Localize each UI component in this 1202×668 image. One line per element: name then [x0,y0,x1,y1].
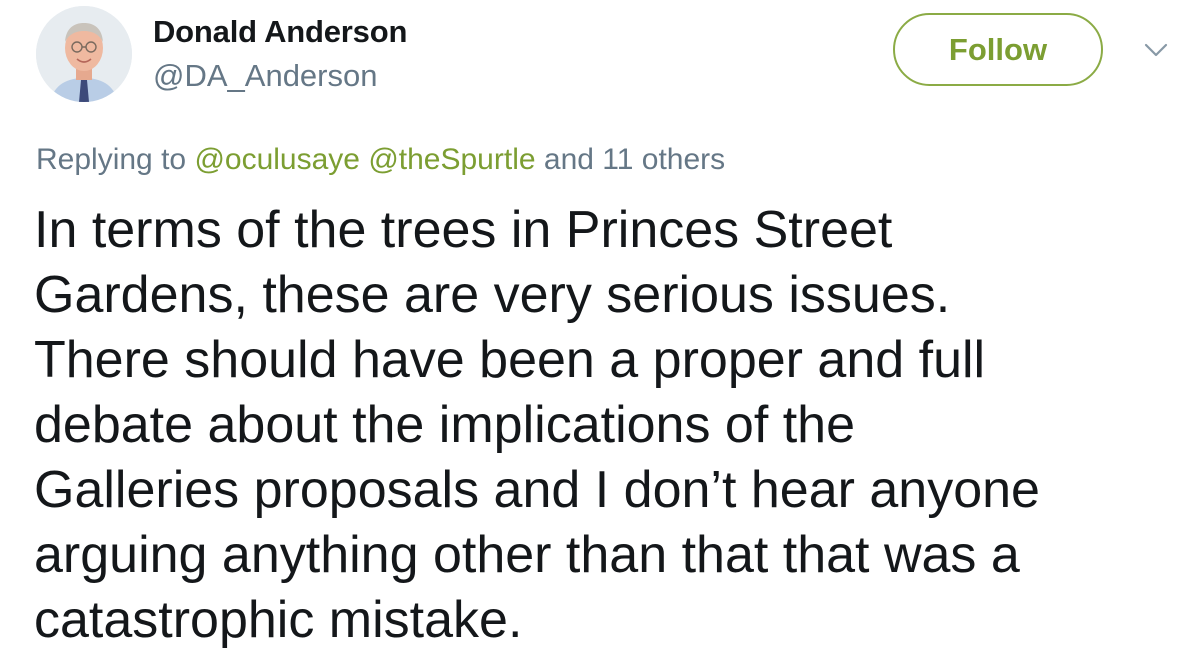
author-handle[interactable]: @DA_Anderson [153,58,377,94]
tweet-text-line: catastrophic mistake. [34,591,523,649]
tweet-text-line: In terms of the trees in Princes Street [34,201,893,259]
tweet-card: Donald Anderson @DA_Anderson Follow Repl… [0,0,1202,668]
tweet-text-line: arguing anything other than that that wa… [34,526,1020,584]
follow-button[interactable]: Follow [893,13,1103,86]
mention-link[interactable]: @theSpurtle [368,143,535,176]
tweet-text: In terms of the trees in Princes Street … [34,198,1194,653]
others-link[interactable]: and 11 others [544,143,725,176]
tweet-text-line: debate about the implications of the [34,396,856,454]
replying-to-line: Replying to @oculusaye @theSpurtle and 1… [36,143,725,177]
tweet-text-line: There should have been a proper and full [34,331,986,389]
author-display-name[interactable]: Donald Anderson [153,14,407,50]
tweet-text-line: Galleries proposals and I don’t hear any… [34,461,1040,519]
replying-to-label: Replying to [36,143,187,176]
author-avatar[interactable] [36,6,132,102]
mention-link[interactable]: @oculusaye [194,143,360,176]
avatar-photo-icon [36,6,132,102]
chevron-down-icon[interactable] [1144,42,1168,58]
tweet-text-line: Gardens, these are very serious issues. [34,266,951,324]
